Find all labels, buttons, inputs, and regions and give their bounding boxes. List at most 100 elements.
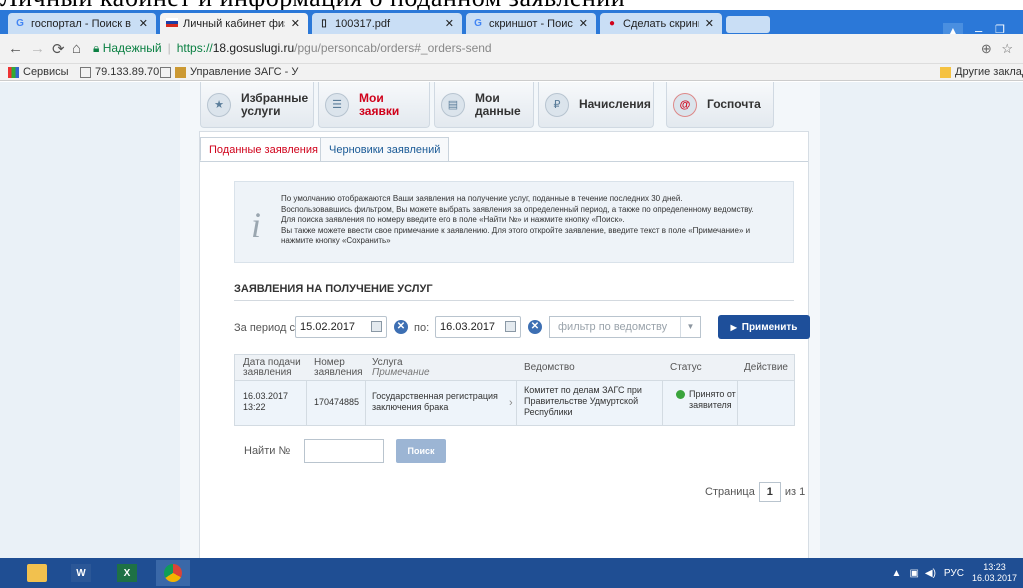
bookmarks-bar: Сервисы 79.133.89.70 Управление ЗАГС - У… <box>0 64 1023 81</box>
my-data-icon: ▤ <box>441 92 465 117</box>
col-status: Статус <box>670 362 702 373</box>
back-icon[interactable]: ← <box>8 40 23 57</box>
info-icon: i <box>251 205 262 245</box>
applications-icon: ☰ <box>325 92 349 117</box>
info-text: По умолчанию отображаются Ваши заявления… <box>281 194 754 245</box>
close-icon[interactable]: ✕ <box>579 17 588 30</box>
page-label: Страница <box>705 486 755 498</box>
address-bar: ← → ⟳ ⌂ 🔒︎ Надежный | https://18.gosuslugi… <box>0 34 1023 64</box>
applications-panel: Поданные заявления Черновики заявлений i… <box>199 131 810 558</box>
cell-agency: Комитет по делам ЗАГС при Правительстве … <box>524 385 642 417</box>
apply-button[interactable]: ▶ Применить <box>718 315 810 339</box>
table-row[interactable]: 16.03.2017 13:22 170474885 Государственн… <box>235 381 794 425</box>
page-number-input[interactable]: 1 <box>758 482 781 502</box>
url-field[interactable]: 🔒︎ Надежный | https://18.gosuslugi.ru/pgu/… <box>93 41 492 56</box>
chevron-down-icon: ▼ <box>680 317 700 337</box>
nav-gospochta[interactable]: @ Госпочта <box>666 82 774 128</box>
clear-date-to-icon[interactable]: ✕ <box>528 320 542 334</box>
excel-icon[interactable]: X <box>110 560 144 586</box>
tab-submitted[interactable]: Поданные заявления <box>200 137 327 161</box>
filters-row: За период с: 15.02.2017 ✕ по: 16.03.2017… <box>234 315 810 341</box>
bookmark-services[interactable]: Сервисы <box>8 66 69 78</box>
clock[interactable]: 13:23 16.03.2017 <box>972 562 1017 584</box>
date-to-input[interactable]: 16.03.2017 <box>435 316 521 338</box>
lock-icon: 🔒︎ <box>93 41 103 55</box>
chrome-icon[interactable] <box>156 560 190 586</box>
system-tray: ▲ ▣ ◀) РУС 13:23 16.03.2017 <box>892 562 1017 584</box>
calendar-icon[interactable] <box>371 321 382 332</box>
bookmark-other[interactable]: Другие закладки <box>940 66 1023 78</box>
search-button[interactable]: Поиск <box>396 439 446 463</box>
browser-tab-bar: G госпортал - Поиск в Go ✕ Личный кабине… <box>0 10 1023 39</box>
apps-icon <box>8 66 19 78</box>
page-total: из 1 <box>784 486 806 498</box>
pagination: Страница 1 из 1 <box>705 482 805 502</box>
to-label: по: <box>414 322 430 334</box>
favorites-icon: ★ <box>207 92 231 117</box>
page-content: ★ Избранные услуги ☰ Мои заявки ▤ Мои да… <box>0 82 1023 558</box>
col-number: Номер заявления <box>314 357 363 378</box>
charges-icon: ₽ <box>545 92 569 117</box>
tab-drafts[interactable]: Черновики заявлений <box>320 137 450 161</box>
chevron-right-icon[interactable]: › <box>509 397 513 409</box>
table-header: Дата подачи заявления Номер заявления Ус… <box>235 355 794 381</box>
browser-tab-screenshot-search[interactable]: G скриншот - Поиск в Goo ✕ <box>466 13 596 34</box>
taskbar: W X ▲ ▣ ◀) РУС 13:23 16.03.2017 <box>0 558 1023 588</box>
nav-charges[interactable]: ₽ Начисления <box>538 82 654 128</box>
new-tab-button[interactable] <box>726 16 770 33</box>
nav-favorites[interactable]: ★ Избранные услуги <box>200 82 314 128</box>
browser-tab-make-screenshot[interactable]: ● Сделать скриншот — O ✕ <box>600 13 722 34</box>
agency-filter-select[interactable]: фильтр по ведомству ▼ <box>549 316 701 338</box>
bookmark-ip[interactable]: 79.133.89.70 <box>80 66 159 78</box>
cropped-caption: Личный кабинет и информация о поданном з… <box>0 0 1023 10</box>
col-service: Услуга Примечание <box>372 357 430 378</box>
cell-number: 170474885 <box>314 397 360 407</box>
volume-icon[interactable]: ◀) <box>925 568 936 579</box>
search-number-input[interactable] <box>304 439 384 463</box>
portal-nav: ★ Избранные услуги ☰ Мои заявки ▤ Мои да… <box>200 82 775 130</box>
close-icon[interactable]: ✕ <box>291 17 300 30</box>
cell-service: Государственная регистрация заключения б… <box>372 391 498 412</box>
cell-status: Принято от заявителя <box>689 389 736 410</box>
info-box: i По умолчанию отображаются Ваши заявлен… <box>234 181 794 263</box>
clear-date-from-icon[interactable]: ✕ <box>394 320 408 334</box>
home-icon[interactable]: ⌂ <box>72 40 81 57</box>
zoom-icon[interactable]: ⊕ <box>981 41 992 56</box>
google-icon: G <box>16 17 24 29</box>
browser-tab-cabinet[interactable]: Личный кабинет физич ✕ <box>160 13 308 34</box>
russian-flag-icon <box>166 17 178 30</box>
file-explorer-icon[interactable] <box>20 560 54 586</box>
cell-date: 16.03.2017 13:22 <box>243 391 289 412</box>
forward-icon[interactable]: → <box>30 40 45 57</box>
caption-text: Личный кабинет и информация о поданном з… <box>0 0 625 10</box>
star-icon[interactable]: ☆ <box>1001 41 1013 56</box>
close-icon[interactable]: ✕ <box>705 17 714 30</box>
page-icon <box>80 66 91 78</box>
close-icon[interactable]: ✕ <box>445 17 454 30</box>
emblem-icon <box>175 66 186 78</box>
tray-up-icon[interactable]: ▲ <box>892 568 902 579</box>
language-indicator[interactable]: РУС <box>944 568 964 579</box>
applications-tabs: Поданные заявления Черновики заявлений <box>200 137 808 162</box>
bookmark-zags[interactable]: Управление ЗАГС - У <box>160 66 298 78</box>
date-from-input[interactable]: 15.02.2017 <box>295 316 387 338</box>
status-ok-icon <box>676 390 685 399</box>
mail-icon: @ <box>673 92 697 117</box>
search-label: Найти № <box>244 445 291 457</box>
close-icon[interactable]: ✕ <box>139 17 148 30</box>
page-icon: ● <box>608 17 616 29</box>
browser-tab-pdf[interactable]: ▯ 100317.pdf ✕ <box>312 13 462 34</box>
nav-my-data[interactable]: ▤ Мои данные <box>434 82 534 128</box>
col-agency: Ведомство <box>524 362 575 373</box>
browser-tab-gosportal[interactable]: G госпортал - Поиск в Go ✕ <box>8 13 156 34</box>
network-icon[interactable]: ▣ <box>909 568 918 579</box>
google-icon: G <box>474 17 482 29</box>
word-icon[interactable]: W <box>64 560 98 586</box>
col-action: Действие <box>744 362 788 373</box>
folder-icon <box>940 66 951 78</box>
calendar-icon[interactable] <box>505 321 516 332</box>
nav-my-applications[interactable]: ☰ Мои заявки <box>318 82 430 128</box>
col-date: Дата подачи заявления <box>243 357 301 378</box>
applications-table: Дата подачи заявления Номер заявления Ус… <box>234 354 795 426</box>
reload-icon[interactable]: ⟳ <box>52 40 65 58</box>
